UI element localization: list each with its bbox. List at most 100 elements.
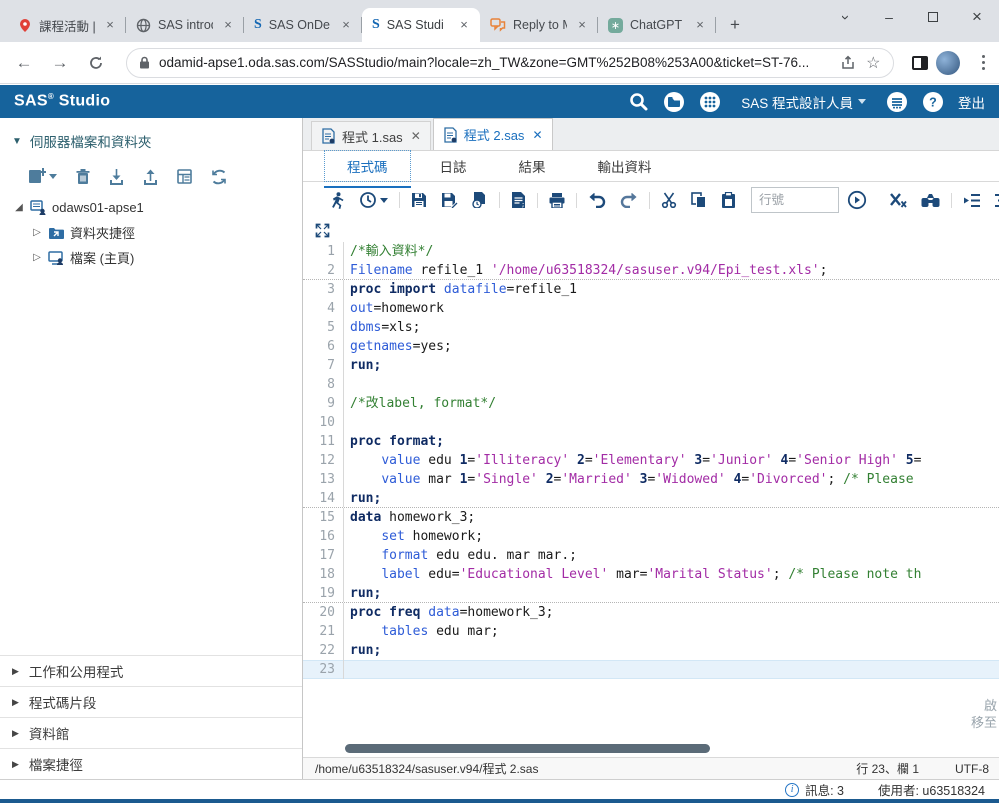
browser-tab[interactable]: Reply to M× [480,8,598,42]
view-tab-輸出資料[interactable]: 輸出資料 [576,151,674,181]
code-line[interactable]: 3proc import datafile=refile_1 [303,280,999,299]
code-line[interactable]: 10 [303,413,999,432]
code-line[interactable]: 5dbms=xls; [303,318,999,337]
run-button[interactable] [328,192,345,209]
program-button[interactable]: ; [511,192,526,208]
tree-item-資料夾捷徑[interactable]: ▷資料夾捷徑 [0,220,302,245]
submission-history-button[interactable] [359,191,388,209]
delete-button[interactable] [76,169,90,185]
view-tab-程式碼[interactable]: 程式碼 [325,151,410,181]
save-button[interactable] [411,192,427,208]
browser-tab[interactable]: 課程活動 |× [8,8,126,42]
code-line[interactable]: 23 [303,660,999,679]
browser-menu-icon[interactable] [978,51,990,75]
tab-close-icon[interactable]: ✕ [532,128,542,142]
code-line[interactable]: 20proc freq data=homework_3; [303,603,999,622]
browser-tab[interactable]: SSAS OnDe× [244,8,362,42]
back-icon[interactable]: ← [10,49,38,77]
code-line[interactable]: 4out=homework [303,299,999,318]
apps-icon[interactable] [699,91,721,113]
find-replace-button[interactable] [921,193,940,208]
document-tab[interactable]: 程式 1.sas✕ [311,121,431,150]
indent-button[interactable] [963,193,981,208]
browser-tab[interactable]: ∗ChatGPT× [598,8,716,42]
code-line[interactable]: 2Filename refile_1 '/home/u63518324/sasu… [303,261,999,280]
clear-code-button[interactable] [889,192,907,208]
code-line[interactable]: 11proc format; [303,432,999,451]
server-files-section-header[interactable]: ▼ 伺服器檔案和資料夾 [0,118,302,160]
view-tab-結果[interactable]: 結果 [497,151,568,181]
profile-avatar[interactable] [936,51,960,75]
new-tab-button[interactable]: + [722,12,748,38]
horizontal-scrollbar[interactable] [345,744,710,753]
sidebar-section-工作和公用程式[interactable]: ▶工作和公用程式 [0,655,302,686]
code-line[interactable]: 18 label edu='Educational Level' mar='Ma… [303,565,999,584]
open-icon[interactable] [663,91,685,113]
code-line[interactable]: 15data homework_3; [303,508,999,527]
properties-button[interactable] [177,169,192,184]
tab-close-icon[interactable]: × [692,17,708,33]
maximize-view-icon[interactable] [315,223,330,238]
forward-icon[interactable]: → [46,49,74,77]
collapsed-triangle-icon[interactable]: ▷ [32,227,42,238]
sidebar-section-資料館[interactable]: ▶資料館 [0,717,302,748]
copy-button[interactable] [691,192,707,208]
submissions-icon[interactable] [886,91,908,113]
code-line[interactable]: 12 value edu 1='Illiteracy' 2='Elementar… [303,451,999,470]
help-icon[interactable]: ? [922,91,944,113]
document-tab[interactable]: 程式 2.sas✕ [433,118,553,150]
code-line[interactable]: 9/*改label, format*/ [303,394,999,413]
browser-tab[interactable]: SAS introd× [126,8,244,42]
chevron-down-icon[interactable]: › [823,0,867,34]
upload-button[interactable] [143,169,158,185]
tab-close-icon[interactable]: × [574,17,590,33]
tab-close-icon[interactable]: × [102,17,118,33]
tab-close-icon[interactable]: × [338,17,354,33]
code-line[interactable]: 14run; [303,489,999,508]
file-history-button[interactable] [472,192,488,208]
code-line[interactable]: 8 [303,375,999,394]
user-role-menu[interactable]: SAS 程式設計人員 [735,92,872,112]
sidebar-section-程式碼片段[interactable]: ▶程式碼片段 [0,686,302,717]
tab-close-icon[interactable]: × [456,17,472,33]
new-item-button[interactable] [28,168,57,185]
code-line[interactable]: 22run; [303,641,999,660]
address-bar[interactable]: odamid-apse1.oda.sas.com/SASStudio/main?… [126,48,894,78]
code-line[interactable]: 1/*輸入資料*/ [303,242,999,261]
redo-button[interactable] [620,193,638,208]
share-icon[interactable] [840,55,856,71]
format-code-button[interactable] [995,193,999,208]
save-as-button[interactable] [441,192,458,208]
line-number-input[interactable] [751,187,839,213]
code-editor[interactable]: 1/*輸入資料*/2Filename refile_1 '/home/u6351… [303,218,999,757]
code-line[interactable]: 17 format edu edu. mar mar.; [303,546,999,565]
undo-button[interactable] [588,193,606,208]
search-icon[interactable] [627,91,649,113]
expanded-triangle-icon[interactable]: ◢ [14,202,24,213]
browser-tab[interactable]: SSAS Studi× [362,8,480,42]
maximize-icon[interactable] [911,0,955,34]
view-tab-日誌[interactable]: 日誌 [418,151,489,181]
print-button[interactable] [549,193,565,208]
bookmark-star-icon[interactable]: ☆ [866,53,880,73]
code-line[interactable]: 16 set homework; [303,527,999,546]
code-line[interactable]: 19run; [303,584,999,603]
paste-button[interactable] [721,192,736,209]
minimize-icon[interactable]: – [867,0,911,34]
go-to-line-button[interactable] [847,190,867,210]
tree-item-odaws01-apse1[interactable]: ◢odaws01-apse1 [0,195,302,220]
tree-item-檔案主頁[interactable]: ▷檔案 (主頁) [0,245,302,270]
tab-close-icon[interactable]: ✕ [411,129,421,143]
side-panel-icon[interactable] [912,56,928,70]
code-line[interactable]: 21 tables edu mar; [303,622,999,641]
code-line[interactable]: 6getnames=yes; [303,337,999,356]
code-line[interactable]: 13 value mar 1='Single' 2='Married' 3='W… [303,470,999,489]
download-button[interactable] [109,169,124,185]
messages-status[interactable]: i 訊息: 3 [785,780,844,799]
tab-close-icon[interactable]: × [220,17,236,33]
reload-icon[interactable] [82,49,110,77]
sidebar-section-檔案捷徑[interactable]: ▶檔案捷徑 [0,748,302,779]
close-icon[interactable]: × [955,0,999,34]
code-line[interactable]: 7run; [303,356,999,375]
cut-button[interactable] [661,192,677,208]
